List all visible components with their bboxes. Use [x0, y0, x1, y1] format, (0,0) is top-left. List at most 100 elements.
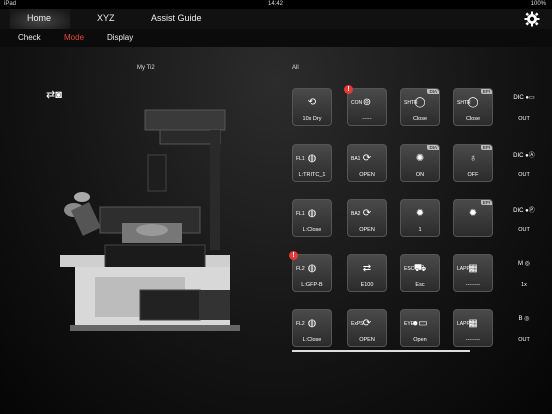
control-tile[interactable]: ⟳ BA1 OPEN [347, 144, 387, 182]
side-control[interactable]: DIC ●▭ OUT [504, 88, 544, 126]
alert-icon: ! [289, 251, 298, 260]
control-tile[interactable]: ✺ DIA ON [400, 144, 440, 182]
control-tile[interactable]: ⛟ ESC Esc [400, 254, 440, 292]
side-label: 1x [521, 282, 527, 288]
brightness-icon: ✹ [468, 208, 478, 219]
tile-label: Esc [415, 282, 425, 288]
side-label: OUT [518, 337, 530, 343]
control-tile[interactable]: ⊚ CON! ----- [344, 85, 387, 126]
tile-label: -------- [465, 337, 481, 343]
tile-label: ON [415, 172, 425, 178]
bertrand-icon: ◎ [522, 316, 530, 322]
control-tile[interactable]: ◍ FL2! L:GFP-B [289, 251, 332, 292]
tile-label: L:GFP-B [301, 282, 323, 288]
tile-label: OPEN [359, 337, 375, 343]
dic-a-icon: ●Ⓐ [523, 153, 535, 159]
clock: 14:42 [268, 1, 284, 7]
control-tile[interactable]: ◍ FL2 L:Close [292, 309, 332, 347]
alert-icon: ! [344, 85, 353, 94]
scope-name: My Ti2 [137, 65, 155, 71]
side-control[interactable]: B ◎ OUT [504, 309, 544, 347]
tile-prefix: FL1 [296, 156, 305, 162]
control-tile[interactable]: ●▭ EYE Open [400, 309, 440, 347]
tab-xyz[interactable]: XYZ [97, 13, 115, 23]
tile-tag: EPI [480, 89, 492, 94]
side-label: OUT [518, 172, 530, 178]
tile-prefix: ExPS [351, 321, 364, 327]
tile-prefix: BA1 [351, 156, 361, 162]
side-label: OUT [518, 116, 530, 122]
tile-label: 10x Dry [302, 116, 322, 122]
tile-tag: DIA [427, 89, 439, 94]
lamp-icon: ✺ [415, 153, 425, 164]
tile-label: L:Close [302, 337, 322, 343]
side-prefix: DIC [513, 208, 524, 214]
control-tile[interactable]: ◍ FL1 L:TRITC_1 [292, 144, 332, 182]
tile-prefix: SHTR [404, 100, 418, 106]
side-control[interactable]: DIC ●Ⓐ OUT [504, 144, 544, 182]
horizontal-scrollbar[interactable] [292, 350, 470, 352]
objective-icon: ⟲ [307, 97, 317, 108]
control-tile[interactable]: ◯ SHTR DIA Close [400, 88, 440, 126]
brightness-icon: ✹ [415, 208, 425, 219]
control-tile[interactable]: ◍ FL1 L:Close [292, 199, 332, 237]
side-prefix: DIC [513, 153, 524, 159]
sub-nav: Check Mode Display [0, 29, 552, 47]
battery-label: 100% [530, 1, 546, 7]
tile-label: L:Close [302, 227, 322, 233]
tile-prefix: FL2 [296, 266, 305, 272]
tile-label: Close [465, 116, 481, 122]
tile-label: Close [412, 116, 428, 122]
control-tile[interactable]: ♁ EPI OFF [453, 144, 493, 182]
tile-label: E100 [360, 282, 374, 288]
control-tile[interactable]: ⟲ 10x Dry [292, 88, 332, 126]
epi-lamp-icon: ♁ [469, 153, 477, 164]
side-label: OUT [518, 227, 530, 233]
tile-prefix: FL2 [296, 321, 305, 327]
tile-prefix: CON [351, 100, 363, 106]
dic-p-icon: ●Ⓟ [523, 208, 535, 214]
tile-prefix: ESC [404, 266, 415, 272]
control-tile[interactable]: ⟳ ExPS OPEN [347, 309, 387, 347]
tile-label: OPEN [359, 172, 375, 178]
control-tile[interactable]: ✹ 1 [400, 199, 440, 237]
tile-label: ----- [362, 116, 372, 122]
subtab-check[interactable]: Check [18, 33, 41, 42]
tile-prefix: BA2 [351, 211, 361, 217]
tile-prefix: FL1 [296, 211, 305, 217]
top-nav: Home XYZ Assist Guide [0, 9, 552, 29]
side-control[interactable]: M ◎ 1x [504, 254, 544, 292]
control-tile[interactable]: ▦ LAPP2 -------- [453, 309, 493, 347]
side-control[interactable]: DIC ●Ⓟ OUT [504, 199, 544, 237]
status-bar: iPad 14:42 100% [0, 0, 552, 9]
tile-prefix: LAPP1 [457, 266, 473, 272]
subtab-mode[interactable]: Mode [64, 33, 84, 42]
tile-label: Open [413, 337, 427, 343]
control-tile[interactable]: ▦ LAPP1 -------- [453, 254, 493, 292]
tile-label: L:TRITC_1 [298, 172, 326, 178]
microscope-image [60, 109, 240, 331]
control-tile[interactable]: ◯ SHTR EPI Close [453, 88, 493, 126]
control-tile[interactable]: ⟳ BA2 OPEN [347, 199, 387, 237]
panel-title: All [292, 65, 299, 71]
control-tile[interactable]: ✹ EPI [453, 199, 493, 237]
tile-tag: EPI [480, 200, 492, 205]
tile-prefix: LAPP2 [457, 321, 473, 327]
tile-label: 1 [418, 227, 422, 233]
tab-home[interactable]: Home [27, 13, 51, 23]
gear-icon[interactable] [524, 11, 540, 27]
control-tile[interactable]: ⇄ E100 [347, 254, 387, 292]
magnifier-icon: ◎ [523, 261, 530, 267]
tab-assist-guide[interactable]: Assist Guide [151, 13, 202, 23]
port-icon: ⇄ [362, 263, 372, 274]
side-prefix: DIC [513, 95, 524, 101]
tile-tag: EPI [480, 145, 492, 150]
toggle-icon: ●▭ [523, 95, 535, 101]
tile-label: OPEN [359, 227, 375, 233]
device-label: iPad [4, 1, 17, 7]
tile-label: OFF [467, 172, 479, 178]
tile-tag: DIA [427, 145, 439, 150]
subtab-display[interactable]: Display [107, 33, 133, 42]
tile-label: -------- [465, 282, 481, 288]
tile-prefix: EYE [404, 321, 415, 327]
